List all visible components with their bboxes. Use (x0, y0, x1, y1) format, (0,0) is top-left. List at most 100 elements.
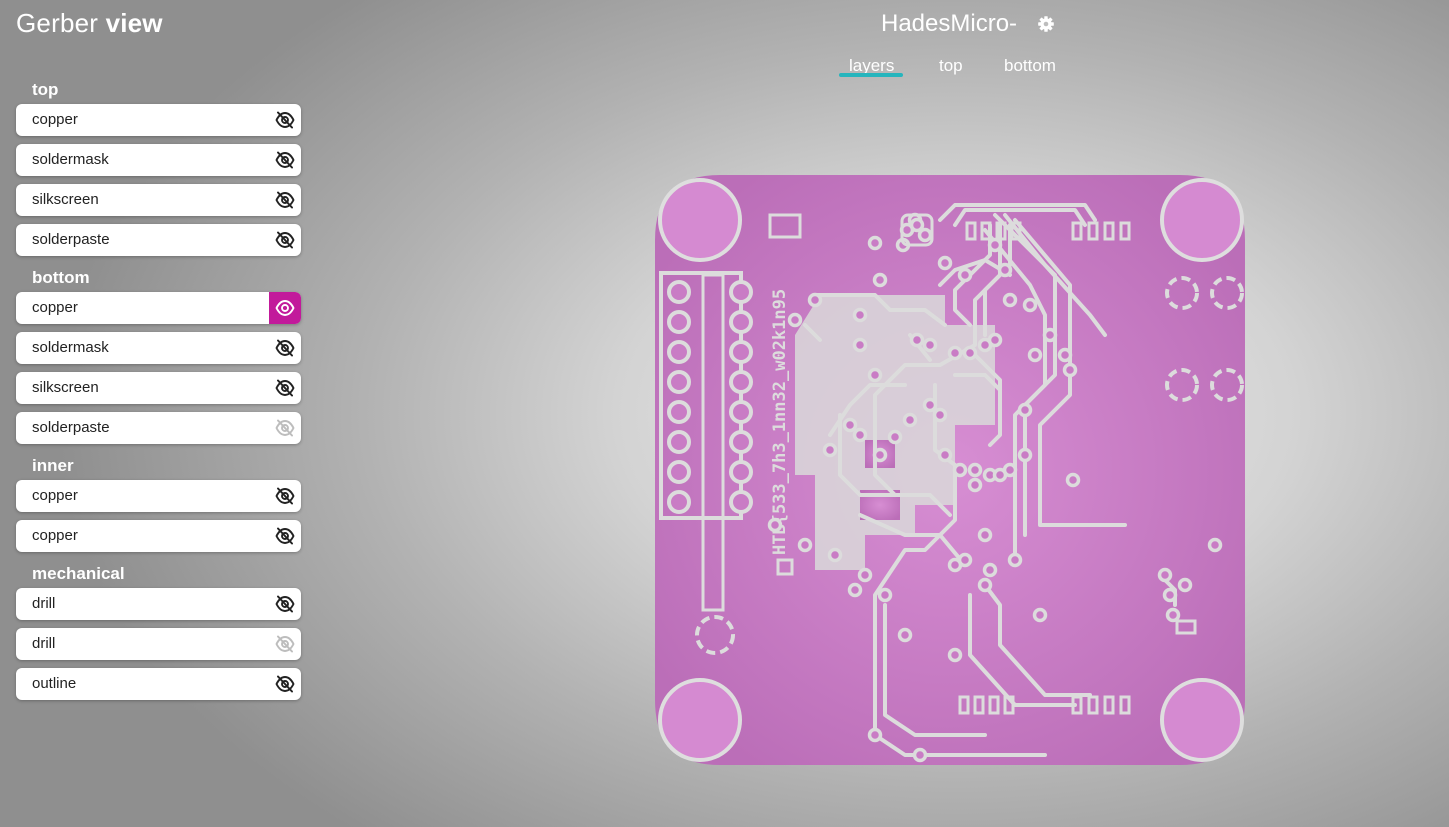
visibility-toggle[interactable] (269, 480, 301, 512)
eye-slash-icon (275, 339, 295, 357)
via (1032, 607, 1048, 623)
header-pin (729, 400, 753, 424)
via (787, 312, 803, 328)
header-pin (729, 490, 753, 514)
via (807, 292, 823, 308)
via (987, 237, 1003, 253)
via (1027, 347, 1043, 363)
via (967, 477, 983, 493)
via (1007, 552, 1023, 568)
pcb-silk-text: HTB{533_7h3_1nn32_w02k1n95 (770, 289, 790, 555)
layer-row-top-silkscreen[interactable]: silkscreen (16, 184, 301, 216)
eye-slash-icon (275, 151, 295, 169)
settings-button[interactable] (1036, 14, 1056, 34)
visibility-toggle[interactable] (269, 292, 301, 324)
layer-group-title: top (32, 80, 59, 99)
mounting-hole (658, 178, 742, 262)
header-pin (729, 340, 753, 364)
via (1162, 587, 1178, 603)
via (887, 429, 903, 445)
visibility-toggle[interactable] (269, 628, 301, 660)
layer-row-top-soldermask[interactable]: soldermask (16, 144, 301, 176)
layer-name: solderpaste (32, 231, 110, 248)
layer-row-top-copper[interactable]: copper (16, 104, 301, 136)
via (977, 577, 993, 593)
pcb-render: HTB{533_7h3_1nn32_w02k1n95 (655, 175, 1245, 765)
header-pin (729, 370, 753, 394)
via (977, 527, 993, 543)
visibility-toggle[interactable] (269, 104, 301, 136)
layer-name: copper (32, 487, 78, 504)
layer-row-mechanical-outline[interactable]: outline (16, 668, 301, 700)
via (937, 255, 953, 271)
header-pin (667, 370, 691, 394)
visibility-toggle[interactable] (269, 184, 301, 216)
pcb-viewer[interactable]: HTB{533_7h3_1nn32_w02k1n95 (655, 175, 1245, 770)
layer-row-bottom-silkscreen[interactable]: silkscreen (16, 372, 301, 404)
visibility-toggle[interactable] (269, 520, 301, 552)
via (997, 262, 1013, 278)
via (822, 442, 838, 458)
header-pin (667, 340, 691, 364)
tab-top[interactable]: top (939, 55, 963, 79)
via (827, 547, 843, 563)
eye-slash-icon (275, 595, 295, 613)
via (902, 412, 918, 428)
app-title-regular: Gerber (16, 8, 99, 38)
eye-slash-icon (275, 419, 295, 437)
layer-name: solderpaste (32, 419, 110, 436)
layer-name: silkscreen (32, 191, 99, 208)
via (947, 345, 963, 361)
layer-name: drill (32, 635, 56, 652)
via (909, 332, 925, 348)
via (932, 407, 948, 423)
via (937, 447, 953, 463)
layer-name: soldermask (32, 151, 109, 168)
visibility-toggle[interactable] (269, 332, 301, 364)
via (1177, 577, 1193, 593)
layer-row-bottom-solderpaste[interactable]: solderpaste (16, 412, 301, 444)
layer-group-title: inner (32, 456, 74, 475)
via (982, 562, 998, 578)
eye-slash-icon (275, 487, 295, 505)
visibility-toggle[interactable] (269, 412, 301, 444)
visibility-toggle[interactable] (269, 668, 301, 700)
visibility-toggle[interactable] (269, 372, 301, 404)
active-tab-indicator (839, 73, 903, 77)
visibility-toggle[interactable] (269, 588, 301, 620)
via (852, 307, 868, 323)
layer-row-bottom-soldermask[interactable]: soldermask (16, 332, 301, 364)
layer-row-bottom-copper[interactable]: copper (16, 292, 301, 324)
layer-row-mechanical-drill[interactable]: drill (16, 588, 301, 620)
mounting-hole (658, 678, 742, 762)
header-pin (667, 310, 691, 334)
layer-row-top-solderpaste[interactable]: solderpaste (16, 224, 301, 256)
layer-row-inner-copper[interactable]: copper (16, 480, 301, 512)
layer-row-mechanical-drill[interactable]: drill (16, 628, 301, 660)
via (867, 727, 883, 743)
via (947, 647, 963, 663)
via (797, 537, 813, 553)
via (1017, 447, 1033, 463)
visibility-toggle[interactable] (269, 224, 301, 256)
via (1002, 292, 1018, 308)
mounting-hole (1160, 678, 1244, 762)
layer-name: silkscreen (32, 379, 99, 396)
via (847, 582, 863, 598)
via (767, 517, 783, 533)
via (872, 447, 888, 463)
via (1017, 402, 1033, 418)
layer-row-inner-copper[interactable]: copper (16, 520, 301, 552)
via (1057, 347, 1073, 363)
tab-bottom[interactable]: bottom (1004, 55, 1056, 79)
header-pin (667, 280, 691, 304)
layer-name: copper (32, 527, 78, 544)
visibility-toggle[interactable] (269, 144, 301, 176)
via (1207, 537, 1223, 553)
via (872, 272, 888, 288)
app-title-bold: view (105, 8, 163, 38)
header-pin (667, 490, 691, 514)
eye-slash-icon (275, 675, 295, 693)
header-pin (667, 400, 691, 424)
via (852, 337, 868, 353)
